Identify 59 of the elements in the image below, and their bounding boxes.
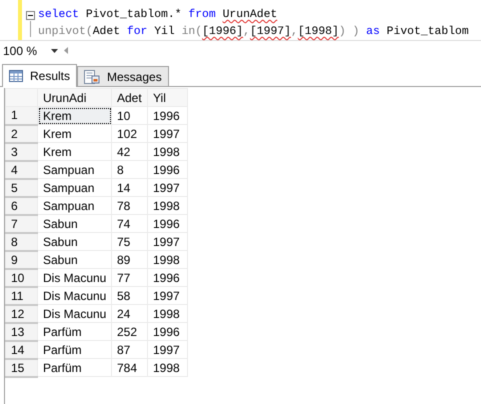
table-cell[interactable]: 1996 — [148, 106, 188, 124]
column-header[interactable]: Yil — [148, 88, 188, 106]
document-icon — [84, 70, 100, 84]
table-cell[interactable]: 77 — [112, 268, 148, 286]
table-cell[interactable]: 1997 — [148, 340, 188, 358]
grid-icon — [9, 70, 23, 82]
table-cell[interactable]: 102 — [112, 124, 148, 142]
table-cell[interactable]: 784 — [112, 358, 148, 376]
table-cell[interactable]: Sabun — [38, 250, 112, 268]
table-cell[interactable]: Krem — [38, 106, 112, 124]
table-cell[interactable]: 1997 — [148, 124, 188, 142]
zoom-dropdown[interactable]: 100 % — [3, 44, 58, 58]
table-cell[interactable]: Dis Macunu — [38, 304, 112, 322]
table-cell[interactable]: 89 — [112, 250, 148, 268]
table-cell[interactable]: 74 — [112, 214, 148, 232]
table-cell[interactable]: 1997 — [148, 178, 188, 196]
caret-icon — [51, 48, 58, 52]
table-cell[interactable]: 75 — [112, 232, 148, 250]
table-cell[interactable]: Sampuan — [38, 160, 112, 178]
column-header[interactable]: UrunAdi — [38, 88, 112, 106]
table-cell[interactable]: 1996 — [148, 160, 188, 178]
table-cell[interactable]: Parfüm — [38, 358, 112, 376]
table-cell[interactable]: 252 — [112, 322, 148, 340]
table-cell[interactable]: Krem — [38, 124, 112, 142]
table-cell[interactable]: 87 — [112, 340, 148, 358]
code-line: unpivot(Adet for Yil in([1996],[1997],[1998]) ) as Pivot_tablom — [38, 24, 469, 40]
table-cell[interactable]: 1998 — [148, 250, 188, 268]
table-cell[interactable]: 1996 — [148, 322, 188, 340]
table-cell[interactable]: 58 — [112, 286, 148, 304]
table-cell[interactable]: Parfüm — [38, 322, 112, 340]
table-cell[interactable]: 1998 — [148, 142, 188, 160]
table-cell[interactable]: Dis Macunu — [38, 286, 112, 304]
table-cell[interactable]: Sampuan — [38, 178, 112, 196]
table-cell[interactable]: 10 — [112, 106, 148, 124]
tab[interactable]: Results — [2, 64, 78, 87]
table-cell[interactable]: 24 — [112, 304, 148, 322]
tab[interactable]: Messages — [77, 66, 169, 86]
table-cell[interactable]: 1996 — [148, 214, 188, 232]
table-cell[interactable]: Krem — [38, 142, 112, 160]
scroll-left-icon[interactable] — [64, 47, 68, 54]
table-cell[interactable]: 8 — [112, 160, 148, 178]
table-cell[interactable]: Sabun — [38, 214, 112, 232]
row-number[interactable]: 1 — [6, 106, 38, 124]
table-cell[interactable]: 1998 — [148, 304, 188, 322]
table-cell[interactable]: 1997 — [148, 232, 188, 250]
table-cell[interactable]: 14 — [112, 178, 148, 196]
table-cell[interactable]: 42 — [112, 142, 148, 160]
table-cell[interactable]: Parfüm — [38, 340, 112, 358]
table-cell[interactable]: 1997 — [148, 286, 188, 304]
table-cell[interactable]: Sabun — [38, 232, 112, 250]
table-cell[interactable]: Dis Macunu — [38, 268, 112, 286]
code-line: select Pivot_tablom.* from UrunAdet — [38, 8, 278, 23]
column-header[interactable]: Adet — [112, 88, 148, 106]
collapse-icon[interactable] — [26, 11, 35, 20]
table-cell[interactable]: Sampuan — [38, 196, 112, 214]
table-cell[interactable]: 1996 — [148, 268, 188, 286]
table-cell[interactable]: 1998 — [148, 358, 188, 376]
table-cell[interactable]: 78 — [112, 196, 148, 214]
table-cell[interactable]: 1998 — [148, 196, 188, 214]
